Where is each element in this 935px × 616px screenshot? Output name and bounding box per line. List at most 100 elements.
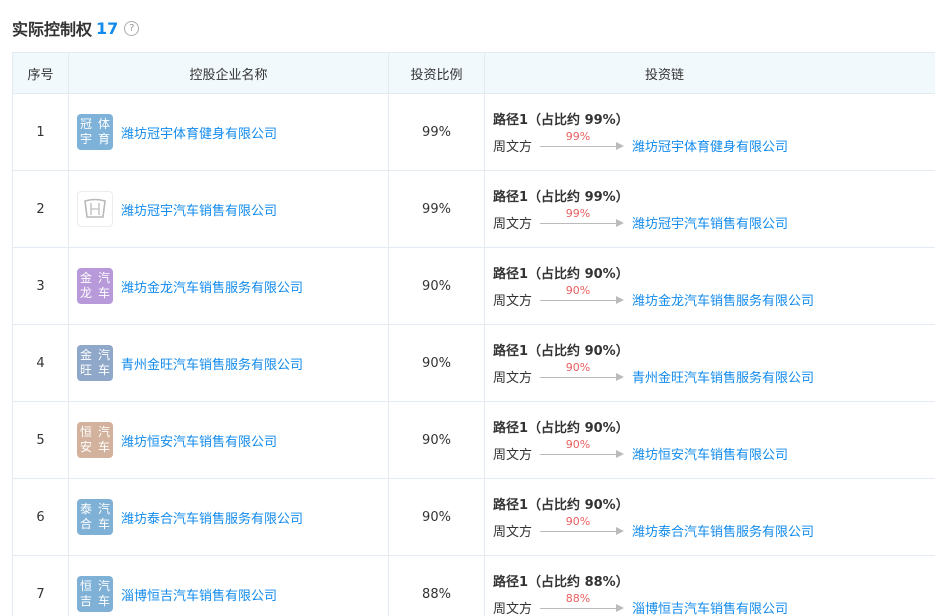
chain-arrow: 88% (540, 592, 625, 616)
control-table: 序号 控股企业名称 投资比例 投资链 1 冠宇 体育 潍坊冠宇体育健身有限公司 9… (12, 52, 935, 616)
arrow-head-icon (616, 218, 625, 227)
company-cell: 金龙 汽车 潍坊金龙汽车销售服务有限公司 (68, 247, 389, 325)
arrow-line (540, 530, 617, 532)
honda-logo-icon (84, 198, 106, 218)
row-index: 1 (12, 93, 69, 171)
col-header-ratio[interactable]: 投资比例 (388, 52, 485, 94)
col-header-company: 控股企业名称 (68, 52, 389, 94)
company-name-link[interactable]: 潍坊冠宇体育健身有限公司 (121, 123, 277, 142)
row-index: 2 (12, 170, 69, 248)
company-logo[interactable]: 冠宇 体育 (77, 114, 113, 150)
arrow-head-icon (616, 295, 625, 304)
arrow-line (540, 607, 617, 609)
chain-cell: 路径1（占比约 99%） 周文方 99% 潍坊冠宇体育健身有限公司 (484, 93, 935, 171)
company-logo[interactable]: 恒安 汽车 (77, 422, 113, 458)
row-index: 6 (12, 478, 69, 556)
chain-cell: 路径1（占比约 90%） 周文方 90% 潍坊泰合汽车销售服务有限公司 (484, 478, 935, 556)
company-name-link[interactable]: 青州金旺汽车销售服务有限公司 (121, 354, 303, 373)
person-name[interactable]: 周文方 (493, 444, 532, 463)
chain-cell: 路径1（占比约 99%） 周文方 99% 潍坊冠宇汽车销售有限公司 (484, 170, 935, 248)
company-name-link[interactable]: 潍坊冠宇汽车销售有限公司 (121, 200, 277, 219)
person-name[interactable]: 周文方 (493, 598, 532, 616)
company-logo[interactable]: 金龙 汽车 (77, 268, 113, 304)
chain-percent: 90% (565, 437, 591, 451)
path-label: 路径1（占比约 90%） (493, 421, 629, 436)
person-name[interactable]: 周文方 (493, 213, 532, 232)
chain-arrow: 90% (540, 515, 625, 539)
row-index: 3 (12, 247, 69, 325)
company-logo[interactable]: 泰合 汽车 (77, 499, 113, 535)
company-logo[interactable]: 金旺 汽车 (77, 345, 113, 381)
person-name[interactable]: 周文方 (493, 521, 532, 540)
chain-target-link[interactable]: 潍坊冠宇汽车销售有限公司 (632, 213, 788, 232)
row-index: 4 (12, 324, 69, 402)
chain-arrow: 99% (540, 130, 625, 154)
ratio-cell: 99% (388, 170, 485, 248)
arrow-head-icon (616, 372, 625, 381)
path-label: 路径1（占比约 90%） (493, 344, 629, 359)
chain-cell: 路径1（占比约 90%） 周文方 90% 青州金旺汽车销售服务有限公司 (484, 324, 935, 402)
row-index: 7 (12, 555, 69, 616)
company-name-link[interactable]: 潍坊泰合汽车销售服务有限公司 (121, 508, 303, 527)
table-row: 4 金旺 汽车 青州金旺汽车销售服务有限公司 90% 路径1（占比约 90%） 周… (12, 324, 935, 402)
ratio-cell: 90% (388, 478, 485, 556)
page: 实际控制权 17 ? 序号 控股企业名称 投资比例 投资链 1 冠宇 体育 潍坊冠… (0, 0, 935, 616)
arrow-line (540, 376, 617, 378)
company-cell: 潍坊冠宇汽车销售有限公司 (68, 170, 389, 248)
arrow-line (540, 222, 617, 224)
person-name[interactable]: 周文方 (493, 136, 532, 155)
path-label: 路径1（占比约 88%） (493, 575, 629, 590)
company-logo[interactable]: 恒吉 汽车 (77, 576, 113, 612)
chain-arrow: 99% (540, 207, 625, 231)
ratio-cell: 99% (388, 93, 485, 171)
chain-cell: 路径1（占比约 90%） 周文方 90% 潍坊金龙汽车销售服务有限公司 (484, 247, 935, 325)
arrow-head-icon (616, 449, 625, 458)
arrow-line (540, 453, 617, 455)
company-logo[interactable] (77, 191, 113, 227)
chain-percent: 90% (565, 514, 591, 528)
chain-target-link[interactable]: 潍坊泰合汽车销售服务有限公司 (632, 521, 814, 540)
table-row: 3 金龙 汽车 潍坊金龙汽车销售服务有限公司 90% 路径1（占比约 90%） 周… (12, 247, 935, 325)
path-label: 路径1（占比约 99%） (493, 113, 629, 128)
chain-cell: 路径1（占比约 90%） 周文方 90% 潍坊恒安汽车销售有限公司 (484, 401, 935, 479)
help-icon[interactable]: ? (124, 20, 140, 36)
path-label: 路径1（占比约 99%） (493, 190, 629, 205)
table-header-row: 序号 控股企业名称 投资比例 投资链 (12, 52, 935, 94)
arrow-head-icon (616, 141, 625, 150)
person-name[interactable]: 周文方 (493, 290, 532, 309)
person-name[interactable]: 周文方 (493, 367, 532, 386)
chain-percent: 99% (565, 129, 591, 143)
company-name-link[interactable]: 潍坊金龙汽车销售服务有限公司 (121, 277, 303, 296)
table-row: 1 冠宇 体育 潍坊冠宇体育健身有限公司 99% 路径1（占比约 99%） 周文方… (12, 93, 935, 171)
arrow-head-icon (616, 603, 625, 612)
company-name-link[interactable]: 淄博恒吉汽车销售有限公司 (121, 585, 277, 604)
company-name-link[interactable]: 潍坊恒安汽车销售有限公司 (121, 431, 277, 450)
col-header-index: 序号 (12, 52, 69, 94)
col-header-chain: 投资链 (484, 52, 935, 94)
chain-target-link[interactable]: 潍坊金龙汽车销售服务有限公司 (632, 290, 814, 309)
ratio-cell: 90% (388, 401, 485, 479)
company-cell: 泰合 汽车 潍坊泰合汽车销售服务有限公司 (68, 478, 389, 556)
arrow-head-icon (616, 526, 625, 535)
company-cell: 冠宇 体育 潍坊冠宇体育健身有限公司 (68, 93, 389, 171)
company-cell: 金旺 汽车 青州金旺汽车销售服务有限公司 (68, 324, 389, 402)
chain-target-link[interactable]: 青州金旺汽车销售服务有限公司 (632, 367, 814, 386)
chain-arrow: 90% (540, 438, 625, 462)
company-cell: 恒吉 汽车 淄博恒吉汽车销售有限公司 (68, 555, 389, 616)
chain-target-link[interactable]: 潍坊冠宇体育健身有限公司 (632, 136, 788, 155)
chain-percent: 88% (565, 591, 591, 605)
arrow-line (540, 299, 617, 301)
arrow-line (540, 145, 617, 147)
table-row: 6 泰合 汽车 潍坊泰合汽车销售服务有限公司 90% 路径1（占比约 90%） 周… (12, 478, 935, 556)
chain-target-link[interactable]: 潍坊恒安汽车销售有限公司 (632, 444, 788, 463)
chain-percent: 90% (565, 283, 591, 297)
company-cell: 恒安 汽车 潍坊恒安汽车销售有限公司 (68, 401, 389, 479)
ratio-cell: 90% (388, 247, 485, 325)
chain-target-link[interactable]: 淄博恒吉汽车销售有限公司 (632, 598, 788, 616)
section-title: 实际控制权 (12, 20, 93, 39)
chain-percent: 90% (565, 360, 591, 374)
chain-percent: 99% (565, 206, 591, 220)
section-header: 实际控制权 17 ? (12, 16, 140, 40)
section-count: 17 (96, 18, 119, 38)
table-row: 7 恒吉 汽车 淄博恒吉汽车销售有限公司 88% 路径1（占比约 88%） 周文方… (12, 555, 935, 616)
